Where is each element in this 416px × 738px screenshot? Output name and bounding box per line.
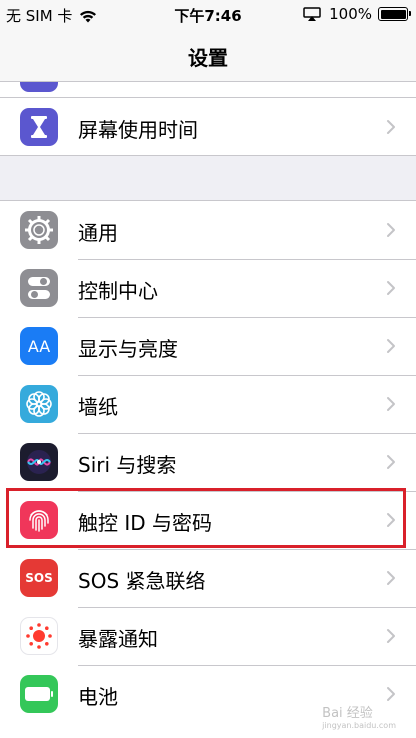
nav-bar: 设置 <box>0 28 416 82</box>
chevron-right-icon <box>387 281 395 295</box>
fingerprint-icon <box>20 501 58 539</box>
status-bar: 无 SIM 卡 下午7:46 100% <box>0 0 416 28</box>
chevron-right-icon <box>387 120 395 134</box>
settings-group-general: 通用 控制中心 AA 显示与亮度 墙纸 Siri 与搜索 触控 ID 与密码 S… <box>0 200 416 738</box>
settings-row-display[interactable]: AA 显示与亮度 <box>0 317 416 375</box>
text-size-icon: AA <box>20 327 58 365</box>
settings-row-wallpaper[interactable]: 墙纸 <box>0 375 416 433</box>
settings-row-screen-time[interactable]: 屏幕使用时间 <box>0 98 416 156</box>
battery-icon <box>20 675 58 713</box>
settings-row-label: SOS 紧急联络 <box>78 569 206 593</box>
settings-group-partial <box>0 82 416 98</box>
settings-group-screen-time: 屏幕使用时间 <box>0 98 416 156</box>
exposure-icon <box>20 617 58 655</box>
settings-row-touch-id[interactable]: 触控 ID 与密码 <box>0 491 416 549</box>
flower-icon <box>20 385 58 423</box>
chevron-right-icon <box>387 223 395 237</box>
watermark-sub: jingyan.baidu.com <box>322 721 396 730</box>
sos-icon-glyph: SOS <box>25 571 53 585</box>
settings-row-exposure[interactable]: 暴露通知 <box>0 607 416 665</box>
settings-row-label: 控制中心 <box>78 279 158 303</box>
airplay-icon <box>303 7 321 21</box>
toggles-icon <box>20 269 58 307</box>
chevron-right-icon <box>387 687 395 701</box>
status-bar-right: 100% <box>303 5 411 23</box>
battery-percent: 100% <box>329 5 372 23</box>
battery-indicator-icon <box>378 7 411 21</box>
settings-row-sos[interactable]: SOS SOS 紧急联络 <box>0 549 416 607</box>
siri-icon <box>20 443 58 481</box>
page-title: 设置 <box>188 46 228 70</box>
chevron-right-icon <box>387 513 395 527</box>
settings-row-label: 显示与亮度 <box>78 337 178 361</box>
chevron-right-icon <box>387 455 395 469</box>
chevron-right-icon <box>387 629 395 643</box>
settings-row-siri[interactable]: Siri 与搜索 <box>0 433 416 491</box>
settings-row-control-center[interactable]: 控制中心 <box>0 259 416 317</box>
sos-icon: SOS <box>20 559 58 597</box>
settings-row-general[interactable]: 通用 <box>0 201 416 259</box>
watermark-text: Bai 经验 <box>322 706 373 721</box>
settings-row-label: 电池 <box>78 685 118 709</box>
partial-app-icon <box>20 82 58 92</box>
settings-row-label: 屏幕使用时间 <box>78 118 198 142</box>
text-size-icon-glyph: AA <box>27 336 51 356</box>
chevron-right-icon <box>387 339 395 353</box>
settings-row-label: 触控 ID 与密码 <box>78 511 213 535</box>
chevron-right-icon <box>387 397 395 411</box>
settings-row-label: Siri 与搜索 <box>78 453 177 477</box>
gear-icon <box>20 211 58 249</box>
chevron-right-icon <box>387 571 395 585</box>
watermark: Bai 经验 jingyan.baidu.com <box>322 702 396 730</box>
battery-fill <box>380 9 406 19</box>
settings-row-label: 墙纸 <box>78 395 118 419</box>
settings-row-label: 暴露通知 <box>78 627 158 651</box>
hourglass-icon <box>20 108 58 146</box>
settings-row-label: 通用 <box>78 221 118 245</box>
